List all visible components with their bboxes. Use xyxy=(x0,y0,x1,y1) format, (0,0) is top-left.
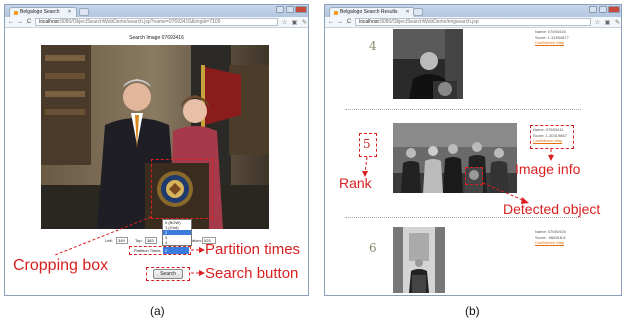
result-rank: 4 xyxy=(369,39,377,53)
search-button[interactable]: Search xyxy=(153,269,183,279)
new-tab-button[interactable] xyxy=(413,8,423,16)
star-icon[interactable]: ☆ xyxy=(281,19,288,26)
result-rank: 5 xyxy=(363,137,371,151)
url-host: localhost xyxy=(39,19,59,25)
minimize-button[interactable] xyxy=(589,6,597,13)
star-icon[interactable]: ☆ xyxy=(594,19,601,26)
browser-tab-search[interactable]: Belgalogo Search ✕ xyxy=(9,7,77,17)
page-icon xyxy=(334,10,338,15)
rank-label: Rank xyxy=(339,175,372,191)
tab-title: Belgalogo Search Results xyxy=(340,9,398,15)
tab-bar: Belgalogo Search Results ✕ xyxy=(325,5,621,17)
result-image[interactable] xyxy=(393,123,517,193)
address-bar: ← → C localhost:8080/ObjectSearchWebDemo… xyxy=(325,17,621,28)
result-rank: 6 xyxy=(369,241,377,255)
left-browser-window: Belgalogo Search ✕ ← → C localhost:8080/… xyxy=(4,4,309,296)
close-window-button[interactable] xyxy=(295,6,307,13)
result-info: Name: 07691928 Score: .966918.8 Confiden… xyxy=(535,229,566,246)
url-field[interactable]: localhost:8080/ObjectSearchWebDemo/searc… xyxy=(35,18,278,26)
cropping-box-label: Cropping box xyxy=(13,257,109,274)
maximize-button[interactable] xyxy=(286,6,294,13)
close-tab-icon[interactable]: ✕ xyxy=(67,8,71,17)
confidence-map-link[interactable]: Confidence Map xyxy=(533,138,567,144)
url-path: :8080/ObjectSearchWebDemo/imgsearch.jsp xyxy=(378,19,479,25)
cropping-box[interactable] xyxy=(151,159,213,219)
result-name: Name: 07693416 xyxy=(535,29,566,34)
reload-icon[interactable]: C xyxy=(26,19,32,25)
maximize-button[interactable] xyxy=(599,6,607,13)
url-path: :8080/ObjectSearchWebDemo/search.jsp?nam… xyxy=(58,19,221,25)
detected-object-box xyxy=(465,167,483,185)
result-name: Name: 07693411 xyxy=(533,127,564,132)
result-info: Name: 07693411 Score: 1.30319867 Confide… xyxy=(533,127,567,144)
forward-icon[interactable]: → xyxy=(337,19,343,25)
result-image-6 xyxy=(393,227,445,293)
search-button-label: Search button xyxy=(205,265,299,282)
url-field[interactable]: localhost:8080/ObjectSearchWebDemo/imgse… xyxy=(355,18,591,26)
page-icon xyxy=(14,10,18,15)
result-image-4 xyxy=(393,29,463,99)
confidence-map-link[interactable]: Confidence Map xyxy=(535,240,566,246)
partition-times-label: Partition times xyxy=(205,241,301,258)
left-input[interactable]: 349 xyxy=(116,237,128,244)
separator xyxy=(345,217,581,218)
result-image[interactable] xyxy=(393,227,445,293)
back-icon[interactable]: ← xyxy=(328,19,334,25)
new-tab-button[interactable] xyxy=(79,8,89,16)
back-icon[interactable]: ← xyxy=(8,19,14,25)
caption-a: (a) xyxy=(150,304,165,318)
partition-label: Partition Times xyxy=(134,248,161,253)
extension-icon[interactable]: ▣ xyxy=(604,19,611,26)
page-title: Search Image 07693416 xyxy=(129,35,184,41)
forward-icon[interactable]: → xyxy=(17,19,23,25)
caption-b: (b) xyxy=(465,304,480,318)
result-image[interactable] xyxy=(393,29,463,99)
close-window-button[interactable] xyxy=(608,6,620,13)
top-input[interactable]: 383 xyxy=(145,237,157,244)
left-label: Left: xyxy=(105,238,113,243)
partition-select[interactable]: 2 xyxy=(163,247,189,254)
wrench-icon[interactable]: ✎ xyxy=(614,19,621,26)
browser-tab-results[interactable]: Belgalogo Search Results ✕ xyxy=(329,7,415,17)
result-image-5 xyxy=(393,123,517,193)
reload-icon[interactable]: C xyxy=(346,19,352,25)
tab-title: Belgalogo Search xyxy=(20,9,60,15)
rank-arrow xyxy=(364,156,368,174)
result-info: Name: 07693416 Score: 1.31594877 Confide… xyxy=(535,29,569,46)
address-bar: ← → C localhost:8080/ObjectSearchWebDemo… xyxy=(5,17,308,28)
minimize-button[interactable] xyxy=(276,6,284,13)
top-label: Top: xyxy=(135,238,143,243)
detected-object-label: Detected object xyxy=(503,201,601,217)
partition-dropdown-list[interactable]: 0 (BOW) 1 (Grid) 2 3 4 xyxy=(162,219,192,246)
dropdown-option[interactable]: 4 xyxy=(163,240,191,245)
wrench-icon[interactable]: ✎ xyxy=(301,19,308,26)
url-host: localhost xyxy=(359,19,379,25)
confidence-map-link[interactable]: Confidence Map xyxy=(535,40,569,46)
result-name: Name: 07691928 xyxy=(535,229,566,234)
close-tab-icon[interactable]: ✕ xyxy=(406,8,410,17)
partition-select-value: 2 xyxy=(165,248,168,253)
image-info-label: Image info xyxy=(515,161,581,177)
separator xyxy=(345,109,581,110)
extension-icon[interactable]: ▣ xyxy=(291,19,298,26)
right-browser-window: Belgalogo Search Results ✕ ← → C localho… xyxy=(324,4,622,296)
tab-bar: Belgalogo Search ✕ xyxy=(5,5,308,17)
